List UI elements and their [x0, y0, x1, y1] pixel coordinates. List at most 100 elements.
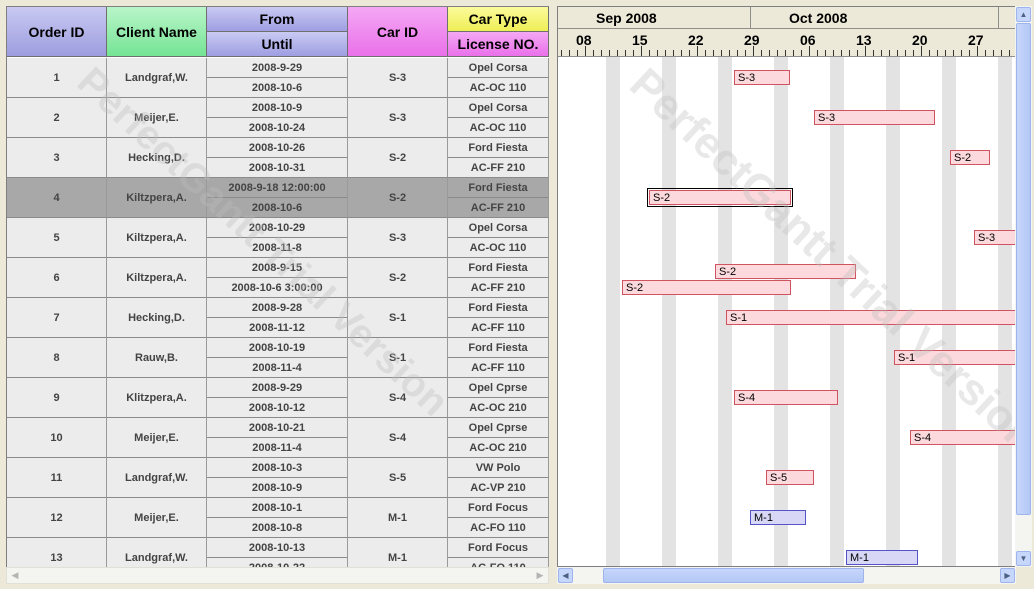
cell-license-no[interactable]: AC-FF 110 [448, 318, 549, 338]
cell-car-type[interactable]: Ford Fiesta [448, 138, 549, 158]
cell-until-date[interactable]: 2008-10-24 [207, 118, 348, 138]
cell-car-id[interactable]: S-2 [348, 178, 448, 218]
table-row[interactable]: 12 Meijer,E. 2008-10-1 2008-10-8 M-1 Ford Foc… [7, 498, 549, 538]
cell-client-name[interactable]: Rauw,B. [107, 338, 207, 378]
cell-license-no[interactable]: AC-VP 210 [448, 478, 549, 498]
cell-client-name[interactable]: Landgraf,W. [107, 58, 207, 98]
cell-car-type[interactable]: Opel Cprse [448, 418, 549, 438]
cell-car-type[interactable]: Ford Focus [448, 498, 549, 518]
cell-until-date[interactable]: 2008-10-31 [207, 158, 348, 178]
cell-client-name[interactable]: Meijer,E. [107, 418, 207, 458]
cell-client-name[interactable]: Kiltzpera,A. [107, 218, 207, 258]
cell-license-no[interactable]: AC-OC 110 [448, 118, 549, 138]
cell-order-id[interactable]: 13 [7, 538, 107, 567]
cell-order-id[interactable]: 11 [7, 458, 107, 498]
gantt-bar[interactable]: S-2 [715, 264, 856, 279]
cell-from-date[interactable]: 2008-10-26 [207, 138, 348, 158]
table-row[interactable]: 7 Hecking,D. 2008-9-28 2008-11-12 S-1 Ford Fi… [7, 298, 549, 338]
cell-order-id[interactable]: 8 [7, 338, 107, 378]
cell-license-no[interactable]: AC-OC 110 [448, 238, 549, 258]
scroll-up-arrow-icon[interactable]: ▲ [1016, 7, 1031, 22]
cell-car-id[interactable]: M-1 [348, 498, 448, 538]
cell-car-type[interactable]: Ford Fiesta [448, 298, 549, 318]
cell-until-date[interactable]: 2008-10-6 [207, 198, 348, 218]
vertical-scroll-thumb[interactable] [1016, 23, 1031, 515]
cell-from-date[interactable]: 2008-9-29 [207, 58, 348, 78]
vertical-scrollbar[interactable]: ▲ ▼ [1015, 6, 1032, 567]
gantt-bar[interactable]: S-1 [894, 350, 1015, 365]
cell-until-date[interactable]: 2008-11-12 [207, 318, 348, 338]
cell-car-type[interactable]: Ford Fiesta [448, 258, 549, 278]
cell-order-id[interactable]: 5 [7, 218, 107, 258]
cell-until-date[interactable]: 2008-10-6 [207, 78, 348, 98]
table-row[interactable]: 13Landgraf,W.2008-10-132008-10-22M-1Ford… [7, 538, 549, 567]
cell-car-id[interactable]: S-2 [348, 138, 448, 178]
cell-from-date[interactable]: 2008-10-21 [207, 418, 348, 438]
cell-car-type[interactable]: Ford Focus [448, 538, 549, 558]
cell-until-date[interactable]: 2008-11-4 [207, 358, 348, 378]
cell-from-date[interactable]: 2008-10-29 [207, 218, 348, 238]
cell-car-type[interactable]: Ford Fiesta [448, 178, 549, 198]
table-row[interactable]: 5 Kiltzpera,A. 2008-10-29 2008-11-8 S-3 Opel … [7, 218, 549, 258]
cell-order-id[interactable]: 4 [7, 178, 107, 218]
table-row[interactable]: 3 Hecking,D. 2008-10-26 2008-10-31 S-2 Ford F… [7, 138, 549, 178]
cell-car-id[interactable]: S-4 [348, 418, 448, 458]
column-header-from[interactable]: From [207, 7, 348, 32]
scroll-right-arrow-icon[interactable]: ▶ [1000, 568, 1015, 583]
gantt-bar[interactable]: S-4 [734, 390, 838, 405]
cell-from-date[interactable]: 2008-9-28 [207, 298, 348, 318]
cell-until-date[interactable]: 2008-11-8 [207, 238, 348, 258]
cell-license-no[interactable]: AC-OC 210 [448, 438, 549, 458]
table-row[interactable]: 6 Kiltzpera,A. 2008-9-15 2008-10-6 3:00:00 S… [7, 258, 549, 298]
scroll-left-arrow-icon[interactable]: ◀ [7, 568, 23, 583]
gantt-bar[interactable]: S-3 [814, 110, 935, 125]
table-row[interactable]: 8 Rauw,B. 2008-10-19 2008-11-4 S-1 Ford Fiest… [7, 338, 549, 378]
gantt-bar[interactable]: S-1 [726, 310, 1015, 325]
cell-client-name[interactable]: Kiltzpera,A. [107, 178, 207, 218]
cell-from-date[interactable]: 2008-10-3 [207, 458, 348, 478]
cell-order-id[interactable]: 12 [7, 498, 107, 538]
cell-order-id[interactable]: 2 [7, 98, 107, 138]
cell-from-date[interactable]: 2008-9-15 [207, 258, 348, 278]
cell-client-name[interactable]: Meijer,E. [107, 98, 207, 138]
cell-client-name[interactable]: Klitzpera,A. [107, 378, 207, 418]
gantt-bar[interactable]: M-1 [750, 510, 806, 525]
table-row[interactable]: 9 Klitzpera,A. 2008-9-29 2008-10-12 S-4 Opel … [7, 378, 549, 418]
cell-car-id[interactable]: S-3 [348, 58, 448, 98]
table-row[interactable]: 11 Landgraf,W. 2008-10-3 2008-10-9 S-5 VW Pol… [7, 458, 549, 498]
cell-until-date[interactable]: 2008-11-4 [207, 438, 348, 458]
cell-license-no[interactable]: AC-FF 210 [448, 198, 549, 218]
cell-from-date[interactable]: 2008-10-9 [207, 98, 348, 118]
cell-license-no[interactable]: AC-OC 110 [448, 78, 549, 98]
gantt-bar[interactable]: S-3 [974, 230, 1015, 245]
cell-car-type[interactable]: Opel Corsa [448, 58, 549, 78]
gantt-horizontal-scrollbar[interactable]: ◀ ▶ [557, 567, 1016, 584]
cell-car-id[interactable]: M-1 [348, 538, 448, 567]
cell-car-id[interactable]: S-5 [348, 458, 448, 498]
cell-until-date[interactable]: 2008-10-22 [207, 558, 348, 567]
gantt-bar[interactable]: S-5 [766, 470, 814, 485]
gantt-bar[interactable]: M-1 [846, 550, 918, 565]
cell-order-id[interactable]: 1 [7, 58, 107, 98]
cell-order-id[interactable]: 10 [7, 418, 107, 458]
grid-horizontal-scrollbar[interactable]: ◀ ▶ [6, 567, 549, 584]
cell-car-id[interactable]: S-3 [348, 98, 448, 138]
gantt-bar[interactable]: S-4 [910, 430, 1015, 445]
cell-car-type[interactable]: VW Polo [448, 458, 549, 478]
cell-client-name[interactable]: Hecking,D. [107, 298, 207, 338]
cell-car-id[interactable]: S-2 [348, 258, 448, 298]
cell-from-date[interactable]: 2008-10-1 [207, 498, 348, 518]
cell-license-no[interactable]: AC-FO 110 [448, 558, 549, 567]
scroll-down-arrow-icon[interactable]: ▼ [1016, 551, 1031, 566]
horizontal-scroll-thumb[interactable] [603, 568, 864, 583]
table-row[interactable]: 4 Kiltzpera,A. 2008-9-18 12:00:00 2008-10-6… [7, 178, 549, 218]
cell-until-date[interactable]: 2008-10-8 [207, 518, 348, 538]
column-header-car-type[interactable]: Car Type [448, 7, 549, 32]
table-row[interactable]: 10 Meijer,E. 2008-10-21 2008-11-4 S-4 Opel Cp… [7, 418, 549, 458]
cell-order-id[interactable]: 6 [7, 258, 107, 298]
cell-car-type[interactable]: Opel Corsa [448, 218, 549, 238]
cell-car-type[interactable]: Opel Cprse [448, 378, 549, 398]
cell-car-id[interactable]: S-1 [348, 298, 448, 338]
cell-car-id[interactable]: S-1 [348, 338, 448, 378]
cell-from-date[interactable]: 2008-10-19 [207, 338, 348, 358]
